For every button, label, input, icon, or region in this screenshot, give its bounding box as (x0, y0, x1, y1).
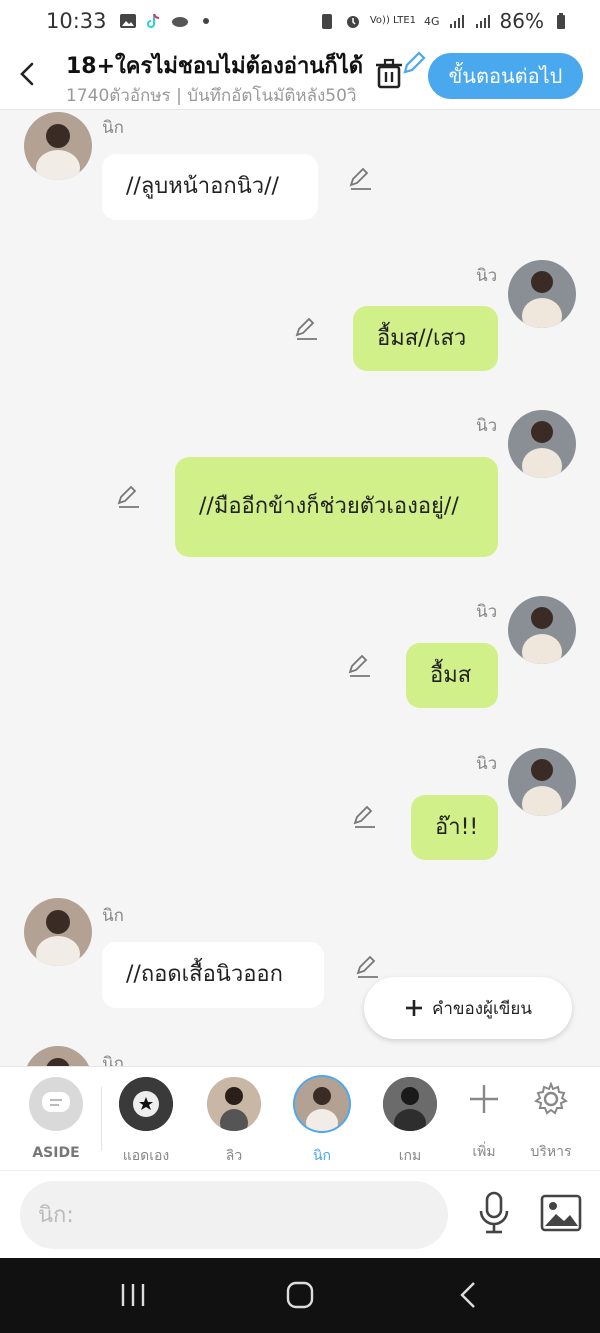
character-admin[interactable]: แอดเอง (106, 1077, 186, 1167)
cloud-icon (171, 17, 188, 27)
character-label: บริหาร (530, 1144, 572, 1160)
tiktok-icon (146, 13, 159, 28)
character-label: นิก (312, 1148, 332, 1164)
character-nick[interactable]: นิก (282, 1077, 362, 1167)
chat-bubble[interactable]: //ถอดเสื้อนิวออก (102, 942, 324, 1008)
plus-icon (405, 1000, 422, 1016)
editor-header: 18+ใครไม่ชอบไม่ต้องอ่านก็ได้ 1740ตัวอักษ… (0, 42, 600, 110)
chat-bubble[interactable]: อื้มส (406, 643, 498, 708)
avatar[interactable] (24, 898, 92, 966)
sender-name: นิก (102, 906, 124, 926)
status-bar: 10:33 Vo)) LTE1 4G 86% (0, 0, 600, 42)
gear-icon (534, 1082, 568, 1115)
character-label: แอดเอง (122, 1148, 170, 1164)
message-input[interactable] (20, 1181, 448, 1249)
character-bar: ASIDE แอดเอง ลิว นิก เกม เพิ่ม บริหาร (0, 1066, 600, 1170)
divider (101, 1087, 102, 1151)
dot-icon (202, 18, 209, 24)
edit-title-icon[interactable] (400, 50, 428, 78)
edit-message-icon[interactable] (352, 804, 378, 830)
sender-name: นิว (476, 754, 498, 774)
character-game[interactable]: เกม (370, 1077, 450, 1167)
edit-message-icon[interactable] (355, 954, 381, 980)
recent-apps-icon[interactable] (120, 1280, 146, 1310)
gallery-icon (119, 14, 136, 28)
avatar[interactable] (508, 596, 576, 664)
edit-message-icon[interactable] (294, 316, 320, 342)
system-back-icon[interactable] (458, 1280, 478, 1310)
sender-name: นิก (102, 118, 124, 138)
avatar[interactable] (24, 1046, 92, 1066)
manage-characters-button[interactable]: บริหาร (511, 1077, 591, 1163)
character-label: ASIDE (32, 1145, 80, 1161)
battery-percent: 86% (499, 9, 544, 33)
battery-saver-icon (321, 14, 332, 29)
sender-name: นิว (476, 416, 498, 436)
edit-message-icon[interactable] (348, 166, 374, 192)
character-aside[interactable]: ASIDE (16, 1077, 96, 1161)
image-icon[interactable] (540, 1193, 582, 1233)
avatar[interactable] (508, 748, 576, 816)
avatar[interactable] (24, 112, 92, 180)
avatar[interactable] (508, 410, 576, 478)
character-label: ลิว (225, 1148, 243, 1164)
home-icon[interactable] (286, 1280, 314, 1310)
status-time: 10:33 (46, 9, 107, 33)
sender-name: นิว (476, 602, 498, 622)
chat-bubble[interactable]: อ๊า!! (411, 795, 498, 860)
story-subtitle: 1740ตัวอักษร | บันทึกอัตโนมัติหลัง50วิ (66, 86, 357, 106)
system-nav-bar (0, 1258, 600, 1333)
network-type: 4G (424, 14, 440, 28)
chat-bubble[interactable]: //มืออีกข้างก็ช่วยตัวเองอยู่// (175, 457, 498, 557)
avatar[interactable] (508, 260, 576, 328)
battery-icon (557, 13, 565, 29)
sender-name: นิก (102, 1054, 124, 1066)
signal-icon (449, 15, 464, 28)
chat-area: นิก //ลูบหน้าอกนิว// นิว อื้มส//เสว นิว … (0, 110, 600, 1066)
character-liw[interactable]: ลิว (194, 1077, 274, 1167)
input-bar (0, 1170, 600, 1258)
character-label: เพิ่ม (472, 1144, 496, 1160)
chat-bubble[interactable]: อื้มส//เสว (353, 306, 498, 371)
back-arrow-icon[interactable] (14, 58, 42, 90)
chat-bubble[interactable]: //ลูบหน้าอกนิว// (102, 154, 318, 220)
alarm-icon (346, 16, 359, 28)
author-note-label: คำของผู้เขียน (431, 998, 533, 1019)
edit-message-icon[interactable] (116, 484, 142, 510)
sender-name: นิว (476, 266, 498, 286)
signal-icon (475, 15, 490, 28)
plus-icon (470, 1085, 498, 1113)
character-label: เกม (398, 1148, 422, 1164)
edit-message-icon[interactable] (347, 653, 373, 679)
next-step-button[interactable]: ขั้นตอนต่อไป (428, 53, 583, 99)
story-title: 18+ใครไม่ชอบไม่ต้องอ่านก็ได้ (66, 54, 364, 79)
network-label: Vo)) LTE1 (369, 15, 417, 26)
author-note-button[interactable]: คำของผู้เขียน (364, 977, 572, 1039)
speech-bubble-icon (42, 1092, 70, 1112)
microphone-icon[interactable] (476, 1191, 512, 1235)
